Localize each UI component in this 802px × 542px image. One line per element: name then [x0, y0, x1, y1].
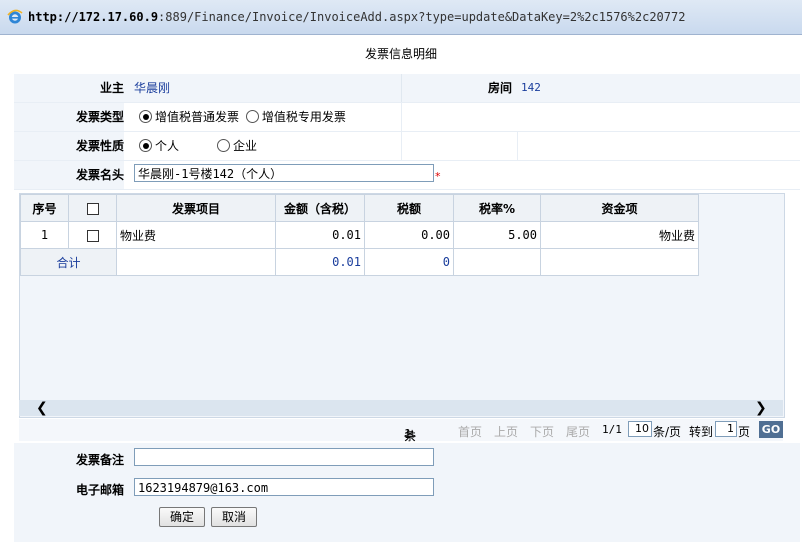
pager-next[interactable]: 下页 — [530, 423, 554, 440]
row-item: 物业费 — [116, 221, 276, 249]
col-item: 发票项目 — [116, 194, 276, 222]
invoice-type-options: 增值税普通发票 增值税专用发票 — [139, 103, 346, 131]
radio-personal[interactable]: 个人 — [139, 132, 179, 160]
table-row[interactable]: 1 物业费 0.01 0.00 5.00 物业费 — [20, 221, 699, 249]
invoice-nature-row: 发票性质 个人 企业 — [14, 132, 800, 161]
ok-button[interactable]: 确定 — [159, 507, 205, 527]
grid-header-row: 序号 发票项目 金额（含税） 税额 税率% 资金项 — [20, 194, 699, 222]
remark-input[interactable] — [134, 448, 434, 466]
page-size-input[interactable]: 10 — [628, 421, 652, 437]
row-index: 1 — [20, 221, 69, 249]
address-url: http://172.17.60.9:889/Finance/Invoice/I… — [28, 10, 686, 24]
horizontal-scrollbar[interactable]: ❮ ❯ — [19, 400, 783, 416]
owner-row: 业主 华晨刚 房间 142 — [14, 74, 800, 103]
pager-last[interactable]: 尾页 — [566, 423, 590, 440]
email-label: 电子邮箱 — [75, 483, 124, 497]
pager: 共 1 条 首页 上页 下页 尾页 1/1 10 条/页 转到 1 页 GO — [19, 419, 783, 443]
scroll-left-icon[interactable]: ❮ — [36, 400, 48, 416]
total-label: 合计 — [20, 248, 117, 276]
col-index: 序号 — [20, 194, 69, 222]
pager-first[interactable]: 首页 — [458, 423, 482, 440]
col-amount: 金额（含税） — [275, 194, 365, 222]
ie-browser-icon — [7, 9, 23, 24]
radio-vat-special[interactable]: 增值税专用发票 — [245, 110, 346, 124]
select-all-checkbox[interactable] — [86, 202, 99, 215]
col-rate: 税率% — [453, 194, 541, 222]
room-label: 房间 — [487, 81, 512, 95]
col-tax: 税额 — [364, 194, 454, 222]
room-value: 142 — [521, 81, 541, 94]
total-tax: 0 — [364, 248, 454, 276]
required-mark: * — [435, 170, 441, 183]
invoice-type-label: 发票类型 — [14, 103, 124, 131]
owner-value: 华晨刚 — [134, 81, 171, 95]
invoice-title-input[interactable]: 华晨刚-1号楼142（个人） — [134, 164, 434, 182]
pager-size-suffix: 条/页 — [653, 425, 682, 439]
row-checkbox[interactable] — [68, 221, 117, 249]
total-row: 合计 0.01 0 — [20, 248, 699, 276]
row-fund: 物业费 — [540, 221, 699, 249]
col-select-all[interactable] — [68, 194, 117, 222]
pager-prev[interactable]: 上页 — [494, 423, 518, 440]
row-amount: 0.01 — [275, 221, 365, 249]
invoice-items-grid: 序号 发票项目 金额（含税） 税额 税率% 资金项 1 物业费 0.01 0.0… — [19, 193, 785, 418]
invoice-type-row: 发票类型 增值税普通发票 增值税专用发票 — [14, 103, 800, 132]
invoice-nature-label: 发票性质 — [14, 132, 124, 160]
dialog-title: 发票信息明细 — [364, 47, 437, 61]
pager-goto-suffix: 页 — [738, 425, 751, 439]
scroll-right-icon[interactable]: ❯ — [755, 400, 767, 416]
row-tax: 0.00 — [364, 221, 454, 249]
owner-label: 业主 — [99, 81, 124, 95]
email-input[interactable]: 1623194879@163.com — [134, 478, 434, 496]
col-fund: 资金项 — [540, 194, 699, 222]
row-rate: 5.00 — [453, 221, 541, 249]
browser-titlebar: http://172.17.60.9:889/Finance/Invoice/I… — [0, 0, 802, 35]
goto-page-input[interactable]: 1 — [715, 421, 737, 437]
pager-goto-label: 转到 — [689, 425, 714, 439]
go-button[interactable]: GO — [759, 421, 783, 438]
invoice-title-label: 发票名头 — [14, 161, 124, 189]
remark-label: 发票备注 — [75, 453, 124, 467]
radio-enterprise[interactable]: 企业 — [217, 132, 257, 160]
radio-vat-normal[interactable]: 增值税普通发票 — [139, 110, 239, 124]
total-amount: 0.01 — [275, 248, 365, 276]
pager-page-info: 1/1 — [602, 423, 622, 436]
cancel-button[interactable]: 取消 — [211, 507, 257, 527]
